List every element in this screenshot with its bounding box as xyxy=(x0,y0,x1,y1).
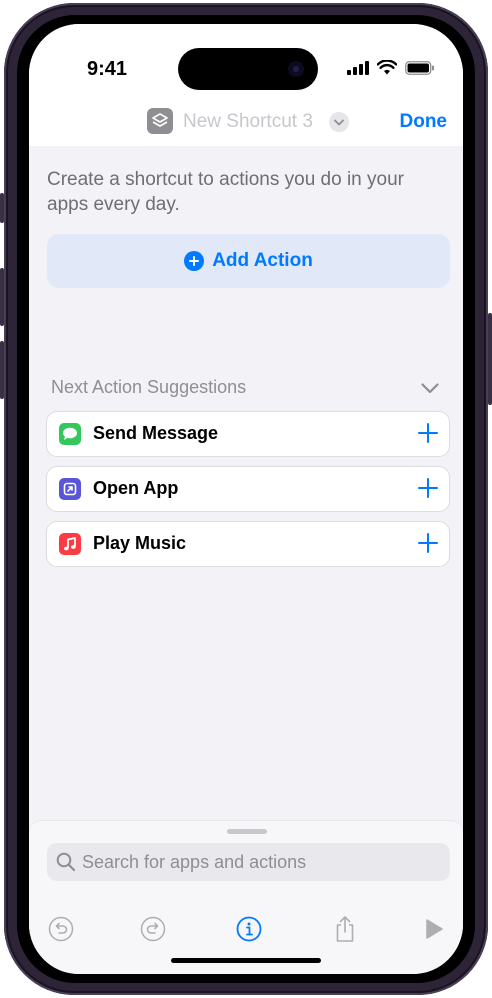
phone-frame: 9:41 New Shortcut 3 Done Create a shortc… xyxy=(0,3,492,995)
suggestion-open-app[interactable]: Open App xyxy=(47,467,449,511)
undo-icon[interactable] xyxy=(47,915,75,943)
play-icon[interactable] xyxy=(420,915,448,943)
share-icon[interactable] xyxy=(331,915,359,943)
collapse-chevron-icon[interactable] xyxy=(421,381,439,399)
info-icon[interactable] xyxy=(235,915,263,943)
suggestion-label: Open App xyxy=(93,478,179,498)
screen: 9:41 New Shortcut 3 Done Create a shortc… xyxy=(29,24,463,974)
suggestions-header: Next Action Suggestions xyxy=(51,377,247,397)
suggestion-label: Play Music xyxy=(93,533,187,553)
suggestion-label: Send Message xyxy=(93,423,219,443)
done-button[interactable]: Done xyxy=(400,111,448,133)
add-action-button[interactable]: Add Action xyxy=(47,234,450,288)
volume-down-button xyxy=(0,341,4,399)
suggestion-send-message[interactable]: Send Message xyxy=(47,412,449,456)
status-icons xyxy=(347,60,435,75)
power-button xyxy=(488,313,492,405)
wifi-icon xyxy=(377,60,397,75)
add-suggestion-plus-icon[interactable] xyxy=(417,532,439,559)
sheet-grabber[interactable] xyxy=(227,829,267,834)
search-icon xyxy=(56,852,76,872)
screen-bezel: 9:41 New Shortcut 3 Done Create a shortc… xyxy=(17,15,475,983)
suggestion-play-music[interactable]: Play Music xyxy=(47,522,449,566)
volume-up-button xyxy=(0,268,4,326)
home-indicator[interactable] xyxy=(171,958,321,963)
dynamic-island xyxy=(178,48,318,90)
messages-icon xyxy=(59,423,81,445)
camera-icon xyxy=(288,61,304,77)
redo-icon[interactable] xyxy=(139,915,167,943)
intro-text: Create a shortcut to actions you do in y… xyxy=(47,169,404,215)
shortcut-title[interactable]: New Shortcut 3 xyxy=(183,111,313,133)
music-icon xyxy=(59,533,81,555)
cellular-signal-icon xyxy=(347,60,369,75)
search-field[interactable]: Search for apps and actions xyxy=(47,843,450,881)
shortcut-glyph-icon[interactable] xyxy=(147,108,173,134)
nav-bar: New Shortcut 3 Done xyxy=(29,106,463,146)
search-placeholder: Search for apps and actions xyxy=(82,852,307,872)
battery-icon xyxy=(405,60,434,75)
add-suggestion-plus-icon[interactable] xyxy=(417,422,439,449)
title-menu-chevron-icon[interactable] xyxy=(329,112,349,132)
add-action-label: Add Action xyxy=(212,250,313,271)
status-time: 9:41 xyxy=(87,58,128,80)
open-app-icon xyxy=(59,478,81,500)
action-button xyxy=(0,193,4,223)
add-suggestion-plus-icon[interactable] xyxy=(417,477,439,504)
action-search-sheet: Search for apps and actions xyxy=(29,821,463,974)
plus-circle-icon xyxy=(184,251,205,271)
editor-toolbar xyxy=(29,903,463,947)
